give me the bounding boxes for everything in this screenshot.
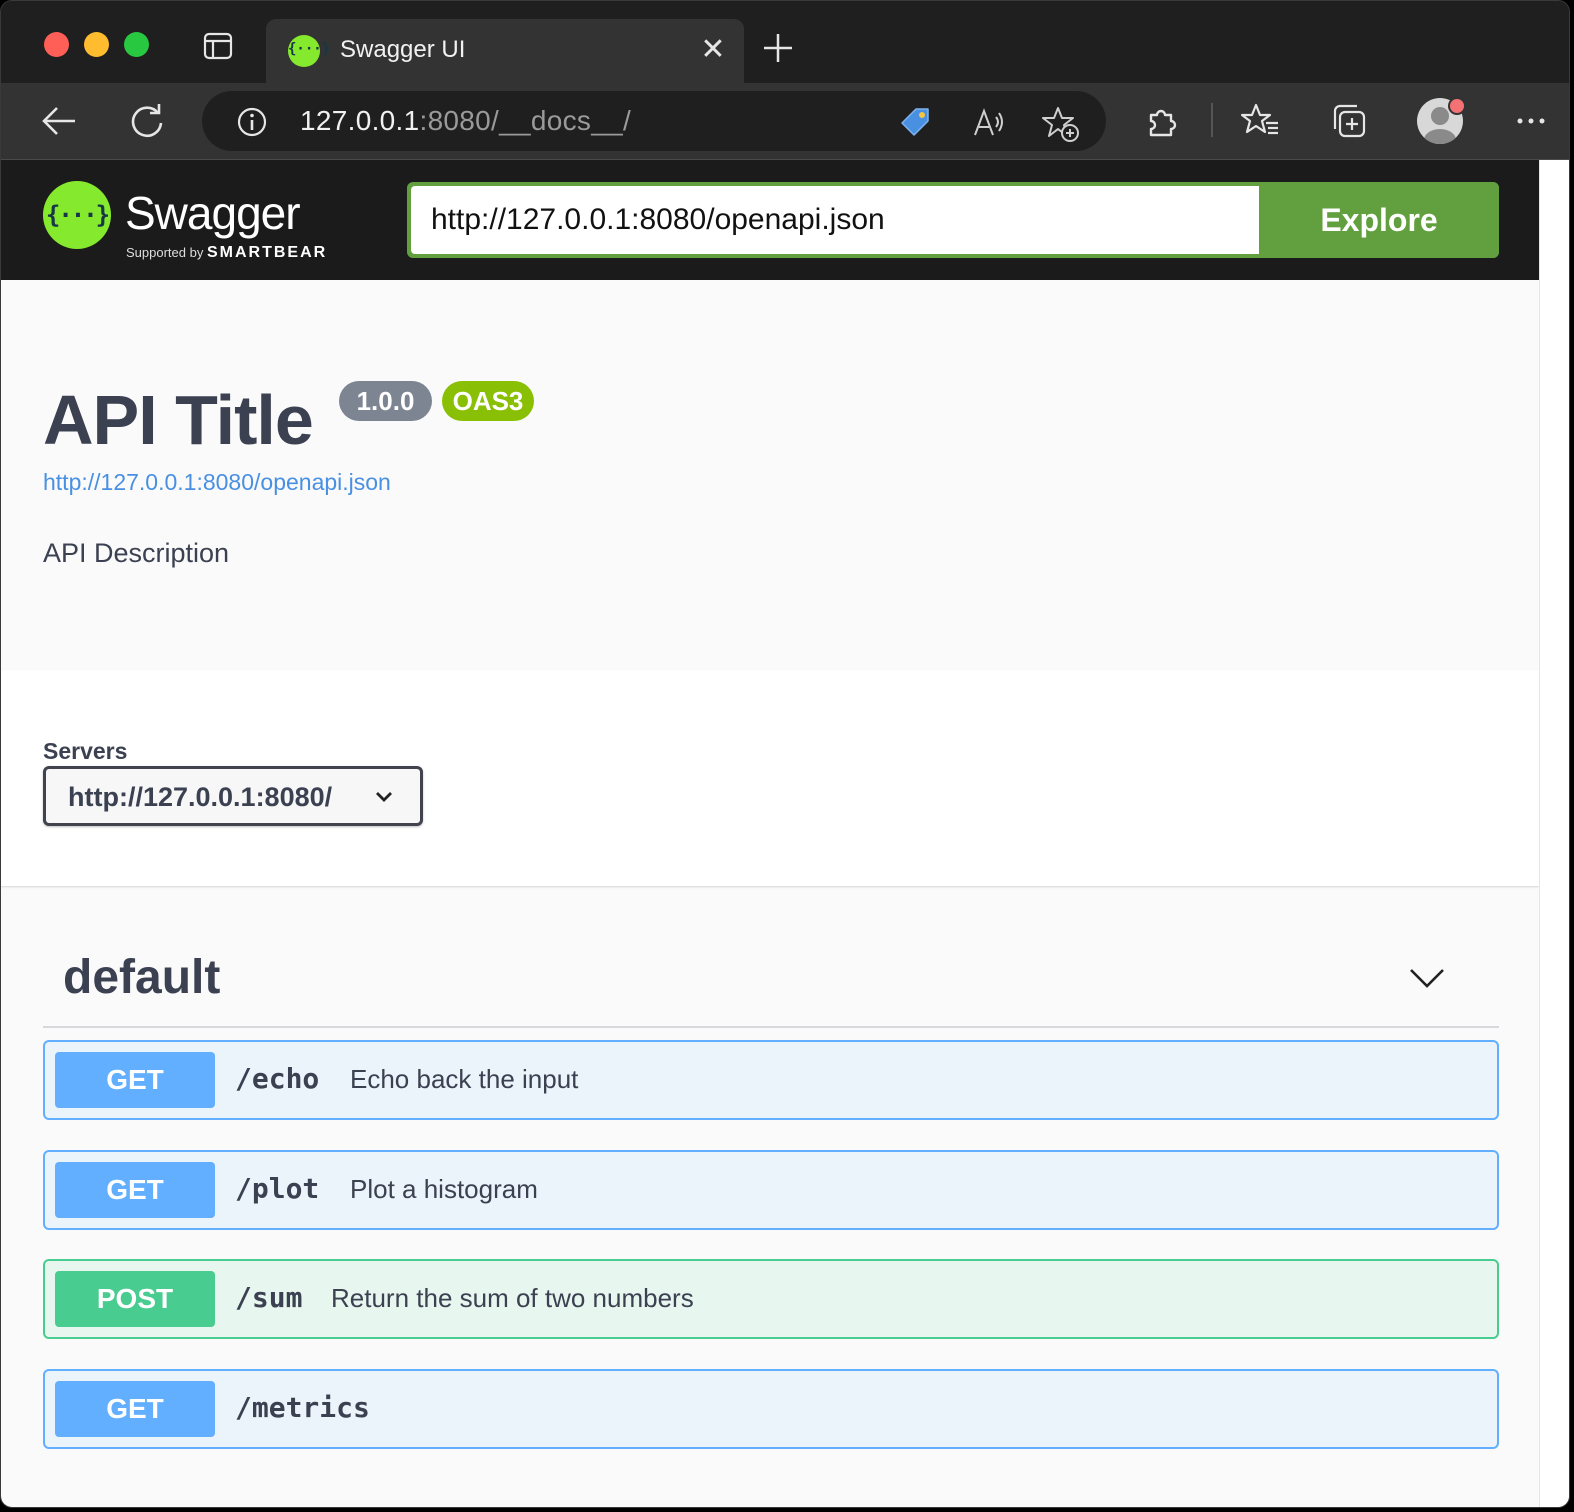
read-aloud-icon[interactable]	[972, 105, 1006, 139]
collections-icon[interactable]	[1329, 101, 1369, 141]
explore-form: Explore	[407, 182, 1499, 258]
api-info: API Title 1.0.0 OAS3 http://127.0.0.1:80…	[1, 280, 1539, 670]
browser-toolbar: 127.0.0.1:8080/__docs__/	[1, 83, 1569, 160]
tab-actions-icon[interactable]	[203, 31, 233, 61]
spec-link[interactable]: http://127.0.0.1:8080/openapi.json	[43, 469, 391, 496]
new-tab-icon[interactable]	[761, 31, 795, 65]
operation-summary: Return the sum of two numbers	[331, 1283, 694, 1313]
method-badge: GET	[55, 1381, 215, 1437]
servers-selected-value: http://127.0.0.1:8080/	[68, 782, 333, 812]
operation-path: /echo	[235, 1062, 320, 1095]
api-title: API Title	[43, 381, 314, 459]
collapse-chevron-icon[interactable]	[1407, 958, 1447, 998]
explore-button[interactable]: Explore	[1259, 182, 1499, 258]
minimize-window-button[interactable]	[84, 32, 109, 57]
method-badge: GET	[55, 1162, 215, 1218]
profile-notification-dot	[1448, 97, 1466, 115]
tab-strip: {···} Swagger UI ✕	[1, 1, 1569, 83]
page-scrollbar[interactable]	[1539, 160, 1569, 1507]
tag-section-default: default GET /echo Echo back the input GE…	[43, 930, 1499, 1449]
reload-icon[interactable]	[127, 101, 167, 141]
back-arrow-icon[interactable]	[39, 101, 79, 141]
favicon-glyph: {···}	[288, 41, 331, 57]
swagger-brand: Swagger	[125, 187, 301, 239]
price-tag-icon[interactable]	[898, 105, 932, 139]
tab-title: Swagger UI	[340, 36, 466, 63]
maximize-window-button[interactable]	[124, 32, 149, 57]
method-badge: GET	[55, 1052, 215, 1108]
address-url: 127.0.0.1:8080/__docs__/	[300, 105, 631, 137]
tab-close-icon[interactable]: ✕	[698, 35, 728, 65]
oas-badge: OAS3	[442, 381, 534, 421]
close-window-button[interactable]	[44, 32, 69, 57]
operation-path: /sum	[235, 1281, 303, 1314]
toolbar-separator	[1211, 103, 1213, 137]
swagger-favicon-icon: {···}	[288, 35, 331, 67]
operation-get-metrics[interactable]: GET /metrics	[43, 1369, 1499, 1449]
supported-by-text: Supported by	[126, 245, 204, 260]
add-favorite-icon[interactable]	[1042, 105, 1079, 142]
version-badge: 1.0.0	[339, 381, 432, 421]
tag-name: default	[63, 951, 221, 1004]
operation-post-sum[interactable]: POST /sum Return the sum of two numbers	[43, 1259, 1499, 1339]
address-bar[interactable]: 127.0.0.1:8080/__docs__/	[202, 91, 1106, 151]
servers-select[interactable]: http://127.0.0.1:8080/	[43, 766, 423, 826]
operation-path: /plot	[235, 1172, 320, 1205]
smartbear-text: SMARTBEAR	[206, 244, 328, 261]
site-info-icon[interactable]	[236, 106, 267, 137]
chevron-down-icon	[372, 785, 396, 809]
swagger-topbar: {···} Swagger Supported by SMARTBEAR Exp…	[1, 160, 1539, 280]
tab-swagger-ui[interactable]: {···} Swagger UI ✕	[266, 19, 744, 83]
servers-label: Servers	[43, 738, 128, 764]
operation-path: /metrics	[235, 1391, 370, 1424]
method-badge: POST	[55, 1271, 215, 1327]
swagger-logo-glyph: {···}	[45, 201, 110, 229]
favorites-icon[interactable]	[1240, 101, 1281, 141]
address-host: 127.0.0.1	[300, 105, 420, 136]
tag-header[interactable]: default	[43, 930, 1499, 1028]
more-menu-icon[interactable]	[1511, 101, 1551, 141]
swagger-logo-icon[interactable]: {···}	[43, 181, 111, 249]
page-viewport: {···} Swagger Supported by SMARTBEAR Exp…	[1, 160, 1569, 1507]
spec-url-input[interactable]	[411, 186, 1259, 254]
browser-window: {···} Swagger UI ✕ 127.0.0.1:8080/__docs…	[0, 0, 1570, 1508]
api-description: API Description	[43, 538, 230, 568]
operation-get-echo[interactable]: GET /echo Echo back the input	[43, 1040, 1499, 1120]
swagger-support-line: Supported by SMARTBEAR	[126, 244, 327, 262]
address-path: :8080/__docs__/	[419, 105, 632, 136]
operation-summary: Echo back the input	[350, 1064, 579, 1094]
servers-section: Servers http://127.0.0.1:8080/	[1, 670, 1539, 886]
operation-summary: Plot a histogram	[350, 1174, 538, 1204]
extensions-icon[interactable]	[1143, 101, 1183, 141]
operation-get-plot[interactable]: GET /plot Plot a histogram	[43, 1150, 1499, 1230]
